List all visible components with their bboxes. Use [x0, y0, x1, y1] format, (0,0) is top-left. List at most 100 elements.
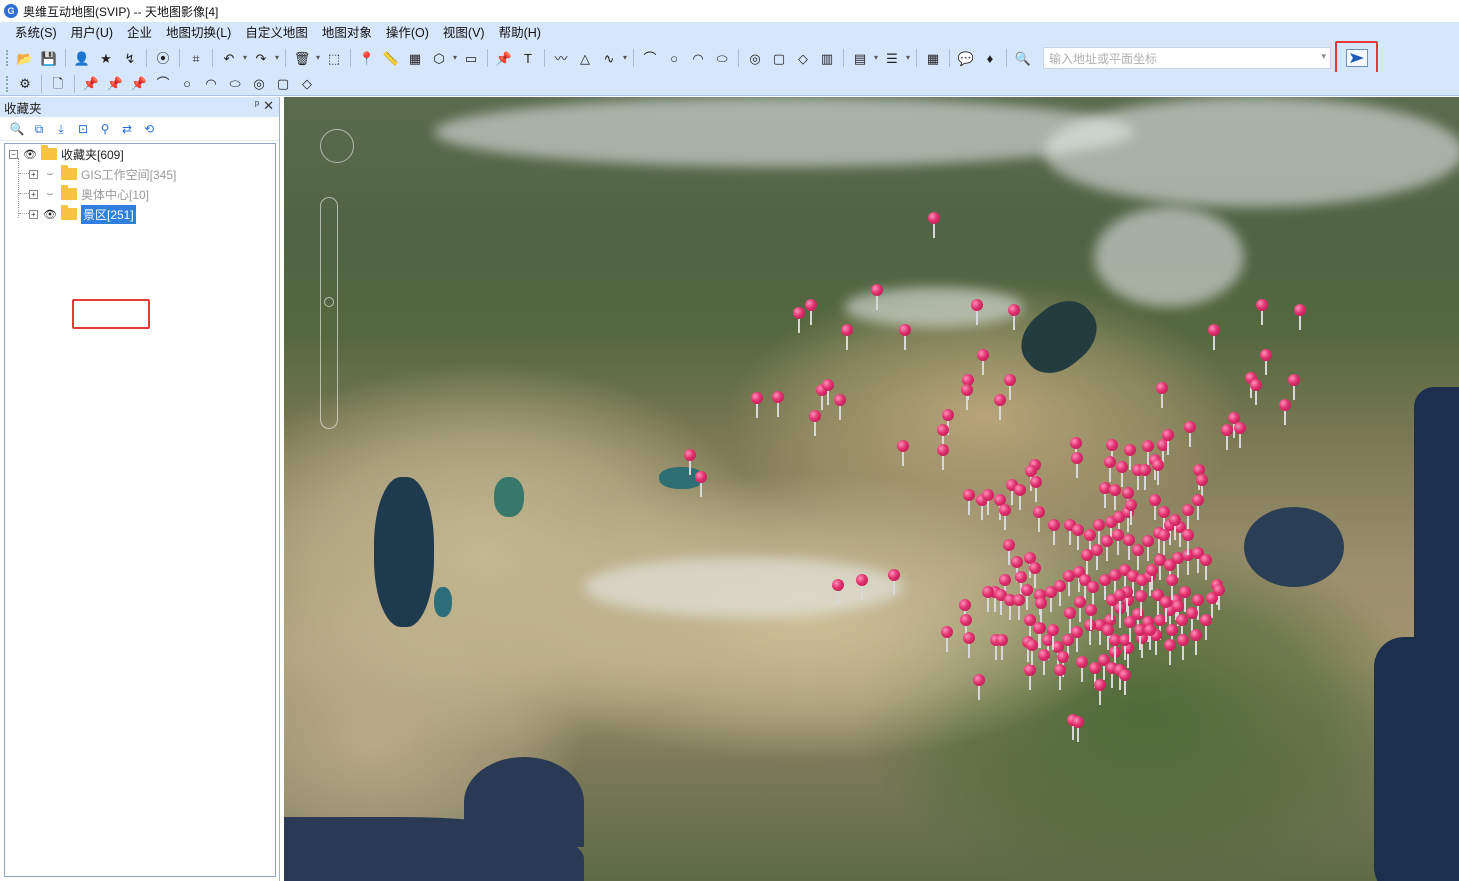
sort-icon[interactable]: ⇄ — [118, 120, 136, 138]
undo-icon[interactable]: ↶ — [219, 48, 239, 68]
marker-icon[interactable]: ⚲ — [96, 120, 114, 138]
map-marker-pin[interactable] — [1033, 506, 1045, 532]
tree-root-label[interactable]: 收藏夹[609] — [61, 146, 124, 163]
map-marker-pin[interactable] — [996, 634, 1008, 660]
star-icon[interactable]: ★ — [96, 48, 116, 68]
map-marker-pin[interactable] — [1139, 464, 1151, 490]
menu-item[interactable]: 地图切换(L) — [159, 22, 238, 44]
user-icon[interactable]: 👤 — [72, 48, 92, 68]
map-marker-pin[interactable] — [1156, 382, 1168, 408]
dropdown-caret-icon[interactable]: ▾ — [904, 48, 912, 68]
search-icon[interactable]: 🔍 — [8, 120, 26, 138]
map-marker-pin[interactable] — [1014, 484, 1026, 510]
ellipse-icon[interactable]: ⬭ — [225, 74, 245, 94]
map-marker-pin[interactable] — [1038, 649, 1050, 675]
map-marker-pin[interactable] — [1072, 716, 1084, 742]
map-marker-pin[interactable] — [1162, 429, 1174, 455]
map-marker-pin[interactable] — [928, 212, 940, 238]
menu-item[interactable]: 操作(O) — [379, 22, 436, 44]
curve-icon[interactable]: ∿ — [599, 48, 619, 68]
address-search-input[interactable]: 输入地址或平面坐标 ▾ — [1043, 47, 1331, 69]
map-marker-pin[interactable] — [1158, 529, 1170, 555]
map-marker-pin[interactable] — [1208, 324, 1220, 350]
save-icon[interactable]: 💾 — [39, 48, 59, 68]
square-fill-icon[interactable]: ▢ — [273, 74, 293, 94]
dropdown-caret-icon[interactable]: ▾ — [314, 48, 322, 68]
place-marker-icon[interactable]: 📍 — [357, 48, 377, 68]
search-icon[interactable]: 🔍 — [1013, 48, 1033, 68]
map-marker-pin[interactable] — [1200, 554, 1212, 580]
pin-icon[interactable]: 📌 — [494, 48, 514, 68]
map-marker-pin[interactable] — [1164, 639, 1176, 665]
shape-icon[interactable]: ◇ — [793, 48, 813, 68]
toolbar-grip[interactable] — [6, 75, 9, 92]
grid-icon[interactable]: ▦ — [923, 48, 943, 68]
map-marker-pin[interactable] — [1124, 616, 1136, 642]
refresh-icon[interactable]: ⟲ — [140, 120, 158, 138]
expand-icon[interactable]: + — [29, 189, 38, 199]
visible-eye-icon[interactable]: 👁 — [22, 148, 38, 161]
map-marker-pin[interactable] — [899, 324, 911, 350]
map-marker-pin[interactable] — [695, 471, 707, 497]
hidden-eye-icon[interactable]: ⌣ — [42, 168, 58, 181]
map-marker-pin[interactable] — [1114, 589, 1126, 615]
visible-eye-icon[interactable]: 👁 — [42, 208, 58, 221]
map-marker-pin[interactable] — [1085, 604, 1097, 630]
pin-icon[interactable]: ᵖ — [255, 99, 259, 111]
map-marker-pin[interactable] — [1256, 299, 1268, 325]
circle-icon[interactable]: ○ — [177, 74, 197, 94]
camera-icon[interactable]: ▭ — [461, 48, 481, 68]
map-marker-pin[interactable] — [1119, 669, 1131, 695]
map-marker-pin[interactable] — [1213, 584, 1225, 610]
dropdown-caret-icon[interactable]: ▾ — [273, 48, 281, 68]
map-marker-pin[interactable] — [1182, 529, 1194, 555]
polygon-icon[interactable]: ⬡ — [429, 48, 449, 68]
import-icon[interactable]: ⤓ — [52, 120, 70, 138]
map-marker-pin[interactable] — [793, 307, 805, 333]
menu-item[interactable]: 帮助(H) — [492, 22, 548, 44]
tree-root-row[interactable]: − 👁 收藏夹[609] — [9, 144, 124, 164]
route-icon[interactable]: ↯ — [120, 48, 140, 68]
menu-item[interactable]: 系统(S) — [8, 22, 64, 44]
tree-item-label[interactable]: GIS工作空间[345] — [81, 166, 176, 183]
map-marker-pin[interactable] — [1279, 399, 1291, 425]
map-marker-pin[interactable] — [1182, 504, 1194, 530]
square-fill-icon[interactable]: ▢ — [769, 48, 789, 68]
map-marker-pin[interactable] — [1184, 421, 1196, 447]
map-marker-pin[interactable] — [1250, 379, 1262, 405]
map-marker-pin[interactable] — [961, 384, 973, 410]
tree-item-label-selected[interactable]: 景区[251] — [81, 204, 136, 224]
map-marker-pin[interactable] — [888, 569, 900, 595]
map-marker-pin[interactable] — [1109, 484, 1121, 510]
map-marker-pin[interactable] — [1146, 564, 1158, 590]
bar-icon[interactable]: ▥ — [817, 48, 837, 68]
map-marker-pin[interactable] — [1135, 590, 1147, 616]
dropdown-caret-icon[interactable]: ▾ — [241, 48, 249, 68]
close-icon[interactable]: ✕ — [263, 98, 274, 114]
map-marker-pin[interactable] — [834, 394, 846, 420]
ruler-icon[interactable]: 📏 — [381, 48, 401, 68]
map-marker-pin[interactable] — [822, 379, 834, 405]
map-marker-pin[interactable] — [1013, 594, 1025, 620]
map-marker-pin[interactable] — [1169, 514, 1181, 540]
menu-item[interactable]: 地图对象 — [315, 22, 379, 44]
tree-item-olympic-center[interactable]: + ⌣ 奥体中心[10] — [29, 184, 149, 204]
select-rect-icon[interactable]: ⬚ — [324, 48, 344, 68]
map-marker-pin[interactable] — [982, 586, 994, 612]
map-marker-pin[interactable] — [1200, 614, 1212, 640]
map-marker-pin[interactable] — [805, 299, 817, 325]
map-marker-pin[interactable] — [941, 626, 953, 652]
circle-icon[interactable]: ○ — [664, 48, 684, 68]
ellipse-icon[interactable]: ⬭ — [712, 48, 732, 68]
map-marker-pin[interactable] — [1030, 476, 1042, 502]
line-icon[interactable]: 〰 — [551, 48, 571, 68]
pushpin-green-icon[interactable]: 📌 — [129, 74, 149, 94]
hidden-eye-icon[interactable]: ⌣ — [42, 188, 58, 201]
locate-icon[interactable]: ⊡ — [74, 120, 92, 138]
shape-icon[interactable]: ◇ — [297, 74, 317, 94]
map-marker-pin[interactable] — [832, 579, 844, 605]
expand-icon[interactable]: + — [29, 169, 38, 179]
map-marker-pin[interactable] — [1112, 529, 1124, 555]
toolbar-grip[interactable] — [6, 50, 9, 66]
dropdown-caret-icon[interactable]: ▾ — [1321, 51, 1326, 62]
